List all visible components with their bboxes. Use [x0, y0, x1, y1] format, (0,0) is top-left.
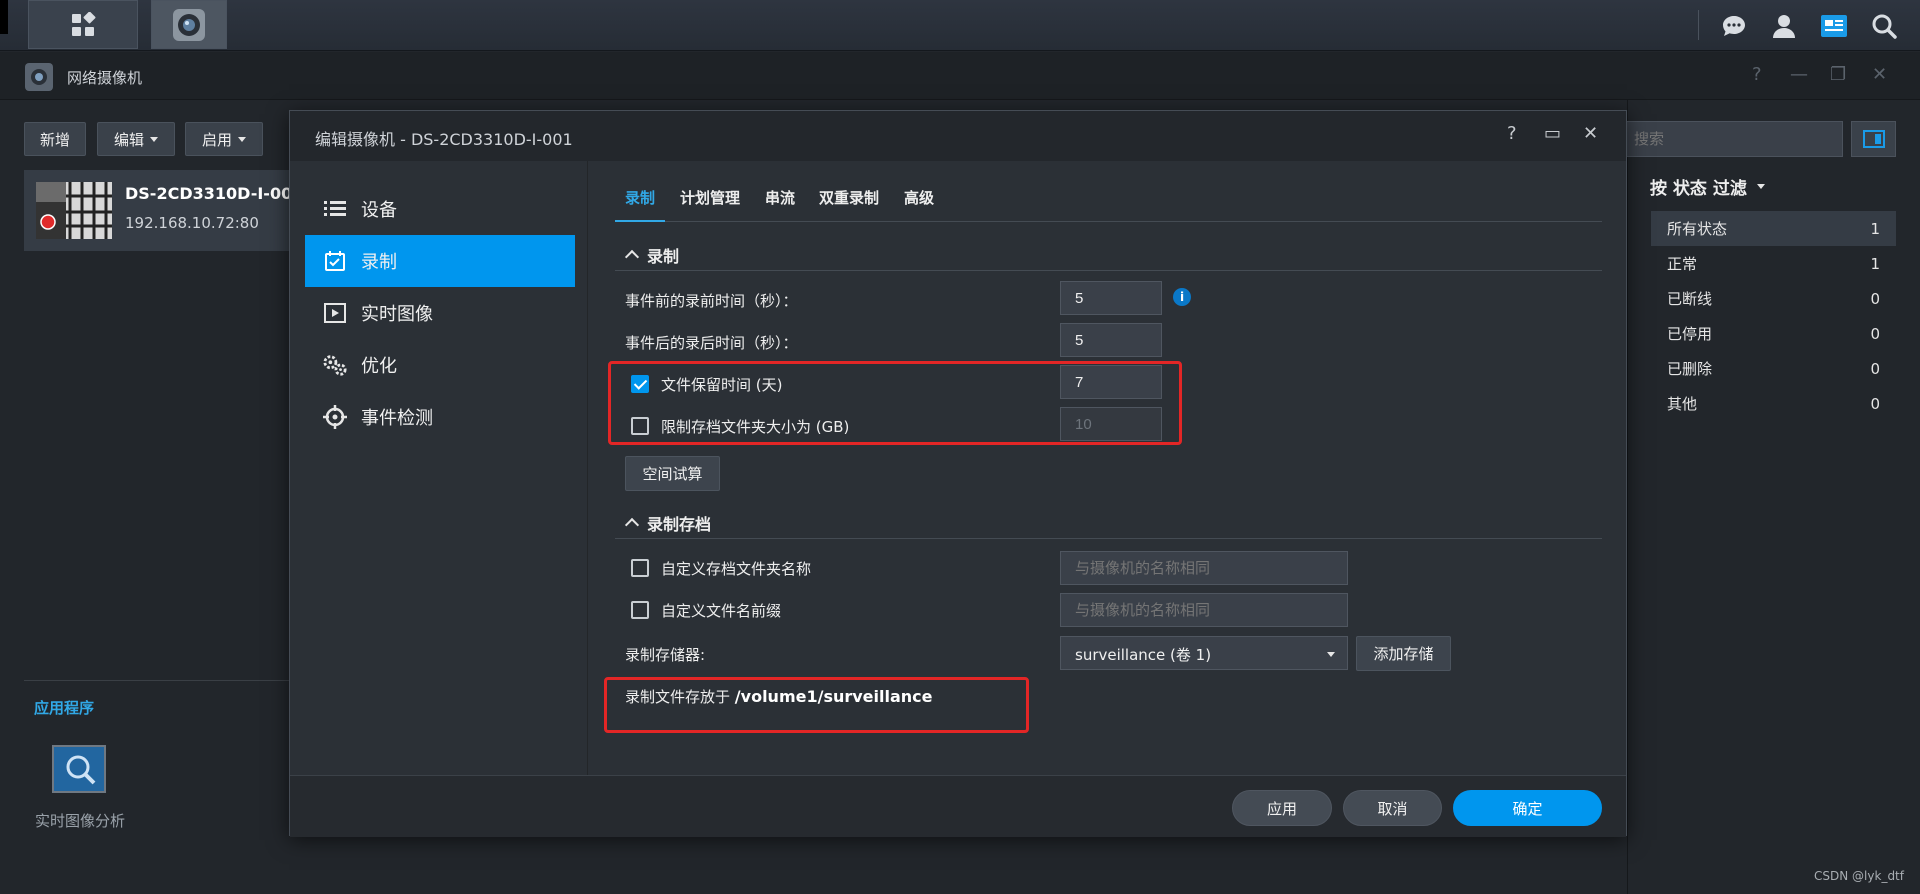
chevron-up-icon — [624, 517, 640, 533]
restore-icon[interactable]: ❐ — [1830, 64, 1846, 85]
recording-section-header[interactable]: 录制 — [615, 239, 1602, 271]
pre-record-label: 事件前的录前时间（秒）： — [625, 292, 798, 310]
enable-button[interactable]: 启用 — [185, 122, 263, 156]
live-analytics-icon[interactable] — [52, 745, 106, 793]
custom-prefix-label: 自定义文件名前缀 — [661, 602, 782, 620]
chat-button[interactable] — [1720, 0, 1748, 51]
highlight-box-retention — [608, 361, 1182, 445]
taskbar-separator — [1698, 10, 1699, 40]
camera-thumbnail — [36, 182, 112, 239]
camera-ip: 192.168.10.72:80 — [125, 214, 259, 232]
widget-icon — [1821, 14, 1847, 37]
close-icon[interactable]: ✕ — [1872, 64, 1887, 85]
storage-label: 录制存储器: — [625, 646, 706, 664]
dialog-maximize-icon[interactable]: ▭ — [1544, 123, 1561, 144]
widget-button[interactable] — [1820, 0, 1848, 51]
user-icon — [1773, 14, 1795, 38]
search-icon — [1872, 14, 1897, 39]
custom-folder-checkbox[interactable] — [631, 559, 649, 577]
archive-section-header[interactable]: 录制存档 — [615, 507, 1602, 539]
layout-toggle-button[interactable] — [1851, 121, 1896, 157]
info-icon[interactable]: i — [1173, 288, 1191, 306]
sidebar-item-event-detection[interactable]: 事件检测 — [305, 391, 575, 443]
surveillance-camera-icon — [173, 8, 205, 41]
pre-record-input[interactable] — [1060, 281, 1162, 315]
dialog-title: 编辑摄像机 - DS-2CD3310D-I-001 — [315, 130, 573, 149]
sidebar-item-recording[interactable]: 录制 — [305, 235, 575, 287]
sidebar-item-optimize[interactable]: 优化 — [305, 339, 575, 391]
camera-name: DS-2CD3310D-I-001 — [125, 184, 304, 203]
space-estimate-button[interactable]: 空间试算 — [625, 456, 720, 491]
watermark: CSDN @lyk_dtf — [1814, 869, 1904, 883]
custom-folder-input[interactable] — [1060, 551, 1348, 585]
app-title-bar: 网络摄像机 ? — ❐ ✕ — [0, 52, 1920, 100]
add-button[interactable]: 新增 — [24, 122, 86, 156]
chevron-down-icon — [238, 136, 246, 142]
minimize-icon[interactable]: — — [1790, 64, 1808, 85]
tab-recording[interactable]: 录制 — [615, 181, 665, 222]
search-button[interactable] — [1870, 0, 1898, 51]
chevron-down-icon — [150, 136, 158, 142]
surveillance-app-taskbar-button[interactable] — [151, 0, 227, 49]
filter-item-disabled[interactable]: 已停用 0 — [1651, 316, 1896, 351]
tab-advanced[interactable]: 高级 — [904, 181, 934, 222]
calendar-check-icon — [323, 249, 347, 273]
add-storage-button[interactable]: 添加存储 — [1356, 636, 1451, 671]
custom-prefix-checkbox[interactable] — [631, 601, 649, 619]
sidebar-item-live-view[interactable]: 实时图像 — [305, 287, 575, 339]
cancel-button[interactable]: 取消 — [1343, 790, 1442, 826]
help-icon[interactable]: ? — [1752, 64, 1762, 85]
dialog-tabs: 录制 计划管理 串流 双重录制 高级 — [615, 181, 1602, 222]
tab-stream[interactable]: 串流 — [765, 181, 795, 222]
camera-list-item[interactable]: DS-2CD3310D-I-001 192.168.10.72:80 — [24, 170, 303, 251]
tab-dual-recording[interactable]: 双重录制 — [819, 181, 879, 222]
edit-camera-dialog: 编辑摄像机 - DS-2CD3310D-I-001 ? ▭ ✕ 设备 录制 实时… — [289, 110, 1627, 837]
chevron-up-icon — [624, 249, 640, 265]
post-record-label: 事件后的录后时间（秒）： — [625, 334, 798, 352]
surveillance-app-icon — [25, 63, 53, 91]
highlight-box-path — [604, 677, 1029, 733]
custom-folder-label: 自定义存档文件夹名称 — [661, 560, 812, 578]
filter-item-all[interactable]: 所有状态 1 — [1651, 211, 1896, 246]
taskbar-edge — [0, 0, 8, 34]
filter-item-disconnected[interactable]: 已断线 0 — [1651, 281, 1896, 316]
app-title: 网络摄像机 — [67, 69, 143, 87]
tab-schedule[interactable]: 计划管理 — [680, 181, 740, 222]
apps-section-label: 应用程序 — [34, 699, 95, 717]
crosshair-icon — [323, 405, 347, 429]
filter-title[interactable]: 按 状态 过滤 — [1650, 174, 1765, 199]
chevron-down-icon — [1756, 184, 1765, 189]
ok-button[interactable]: 确定 — [1453, 790, 1602, 826]
play-box-icon — [323, 301, 347, 325]
gears-icon — [323, 353, 347, 377]
filter-item-other[interactable]: 其他 0 — [1651, 386, 1896, 421]
custom-prefix-input[interactable] — [1060, 593, 1348, 627]
chevron-down-icon — [1327, 652, 1335, 657]
search-input[interactable] — [1623, 121, 1843, 157]
sidebar-item-device[interactable]: 设备 — [305, 183, 575, 235]
chat-icon — [1723, 15, 1745, 36]
apps-grid-icon — [72, 11, 96, 36]
dialog-header: 编辑摄像机 - DS-2CD3310D-I-001 ? ▭ ✕ — [290, 111, 1626, 161]
dialog-close-icon[interactable]: ✕ — [1583, 123, 1598, 144]
user-button[interactable] — [1770, 0, 1798, 51]
panel-layout-icon — [1862, 130, 1885, 148]
post-record-input[interactable] — [1060, 323, 1162, 357]
taskbar — [0, 0, 1920, 51]
live-analytics-label: 实时图像分析 — [35, 812, 126, 830]
dialog-help-icon[interactable]: ? — [1507, 123, 1517, 144]
main-menu-button[interactable] — [28, 0, 138, 49]
apply-button[interactable]: 应用 — [1232, 790, 1332, 826]
apps-divider — [24, 680, 296, 681]
filter-item-normal[interactable]: 正常 1 — [1651, 246, 1896, 281]
list-icon — [323, 197, 347, 221]
filter-item-deleted[interactable]: 已删除 0 — [1651, 351, 1896, 386]
storage-select[interactable]: surveillance (卷 1) — [1060, 636, 1348, 670]
edit-button[interactable]: 编辑 — [97, 122, 175, 156]
